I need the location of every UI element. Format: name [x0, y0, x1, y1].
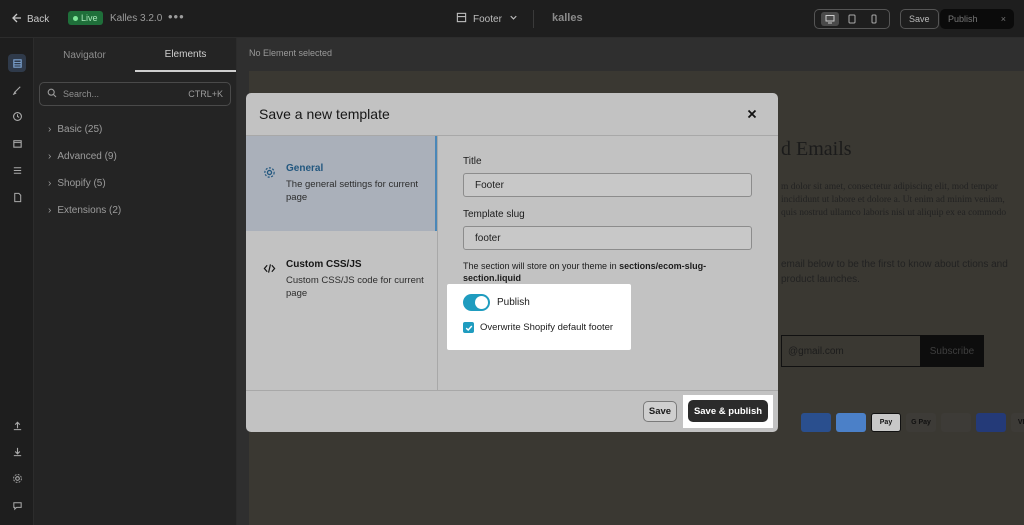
group-label: Basic (25) — [57, 124, 103, 135]
tab-elements[interactable]: Elements — [135, 38, 236, 72]
publish-toggle[interactable] — [463, 294, 490, 311]
preview-body-text: m dolor sit amet, consectetur adipiscing… — [781, 182, 1007, 218]
toolbar-publish-button[interactable]: Publish × — [940, 9, 1014, 29]
payment-icons: Pay G Pay VISA — [801, 413, 1024, 432]
template-slug-input[interactable]: footer — [463, 226, 752, 250]
nav-item-general[interactable]: General The general settings for current… — [246, 136, 437, 231]
mobile-device-icon[interactable] — [865, 12, 883, 26]
page-icon — [456, 12, 467, 26]
visa-card-icon: VISA — [1011, 413, 1024, 432]
nav-item-title: General — [286, 163, 324, 174]
back-label: Back — [27, 14, 50, 25]
live-badge: Live — [68, 11, 103, 25]
chevron-right-icon: › — [48, 124, 52, 135]
search-icon — [47, 88, 57, 100]
element-group-shopify[interactable]: › Shopify (5) — [34, 170, 236, 197]
tablet-device-icon[interactable] — [843, 12, 861, 26]
diners-card-icon — [836, 413, 866, 432]
element-search-input[interactable]: Search... CTRL+K — [39, 82, 231, 106]
storage-note: The section will store on your theme in … — [463, 260, 733, 284]
nav-item-text: Custom CSS/JS Custom CSS/JS code for cur… — [286, 259, 425, 321]
nav-item-title: Custom CSS/JS — [286, 259, 362, 270]
nav-item-description: The general settings for current page — [286, 179, 419, 203]
theme-version: Kalles 3.2.0 — [110, 13, 163, 24]
group-label: Shopify (5) — [57, 178, 106, 189]
publish-label: Publish — [948, 14, 978, 24]
panel-tabs: Navigator Elements — [34, 38, 236, 72]
search-placeholder: Search... — [63, 89, 100, 99]
preview-newsletter-title: d Emails — [781, 138, 852, 160]
history-icon[interactable] — [8, 107, 26, 125]
chevron-down-icon — [508, 12, 519, 26]
back-button[interactable]: Back — [10, 12, 49, 27]
more-options-icon[interactable]: ••• — [168, 9, 185, 24]
close-icon[interactable] — [744, 106, 760, 122]
toolbar-divider — [533, 10, 534, 28]
save-template-dialog: Save a new template General The general … — [246, 93, 778, 432]
overwrite-footer-checkbox[interactable] — [463, 322, 474, 333]
download-icon[interactable] — [8, 442, 26, 460]
group-label: Advanced (9) — [57, 151, 117, 162]
preview-email-field: @gmail.com — [781, 335, 920, 367]
nav-item-description: Custom CSS/JS code for current page — [286, 275, 424, 299]
element-groups: › Basic (25) › Advanced (9) › Shopify (5… — [34, 116, 236, 224]
title-label: Title — [463, 156, 482, 167]
settings-gear-icon[interactable] — [8, 469, 26, 487]
element-group-basic[interactable]: › Basic (25) — [34, 116, 236, 143]
chevron-right-icon: › — [48, 205, 52, 216]
selection-status: No Element selected — [249, 48, 333, 58]
dialog-header: Save a new template — [246, 93, 778, 136]
toolbar-save-button[interactable]: Save — [900, 9, 939, 29]
checkmark-icon — [465, 325, 472, 331]
device-switcher — [814, 9, 890, 29]
preview-subtext: email below to be the first to know abou… — [781, 259, 1008, 285]
publish-toggle-label: Publish — [497, 297, 530, 308]
group-label: Extensions (2) — [57, 205, 122, 216]
live-label: Live — [81, 13, 98, 23]
preview-subscribe-button: Subscribe — [920, 335, 984, 367]
left-icon-rail — [0, 38, 34, 525]
overwrite-footer-label: Overwrite Shopify default footer — [480, 322, 614, 333]
layers-icon[interactable] — [8, 54, 26, 72]
nav-item-custom-css-js[interactable]: Custom CSS/JS Custom CSS/JS code for cur… — [246, 231, 437, 321]
title-input[interactable]: Footer — [463, 173, 752, 197]
document-icon[interactable] — [8, 188, 26, 206]
dialog-side-nav: General The general settings for current… — [246, 136, 438, 391]
publish-toggle-row[interactable]: Publish — [463, 294, 530, 311]
overwrite-footer-row[interactable]: Overwrite Shopify default footer — [463, 322, 613, 333]
desktop-device-icon[interactable] — [821, 12, 839, 26]
tab-navigator[interactable]: Navigator — [34, 38, 135, 72]
page-selector[interactable]: Footer — [456, 12, 519, 26]
storage-note-text: The section will store on your theme in — [463, 261, 620, 271]
top-toolbar: Back Live Kalles 3.2.0 ••• Footer kalles… — [0, 0, 1024, 38]
store-logo: kalles — [552, 12, 583, 24]
gear-icon — [262, 165, 276, 179]
paypal-card-icon — [976, 413, 1006, 432]
sections-icon[interactable] — [8, 161, 26, 179]
upload-icon[interactable] — [8, 416, 26, 434]
elements-panel: Navigator Elements Search... CTRL+K › Ba… — [34, 38, 237, 525]
google-pay-icon: G Pay — [906, 413, 936, 432]
chevron-right-icon: › — [48, 151, 52, 162]
box-icon[interactable] — [8, 134, 26, 152]
search-shortcut: CTRL+K — [188, 89, 223, 99]
code-icon — [262, 261, 276, 275]
nav-item-text: General The general settings for current… — [286, 163, 423, 231]
back-arrow-icon — [10, 12, 22, 27]
element-group-advanced[interactable]: › Advanced (9) — [34, 143, 236, 170]
brush-icon[interactable] — [8, 80, 26, 98]
live-dot-icon — [73, 15, 78, 21]
page-name: Footer — [473, 13, 502, 25]
publish-dropdown-icon[interactable]: × — [1001, 14, 1006, 24]
save-button[interactable]: Save — [643, 401, 677, 422]
apple-pay-icon: Pay — [871, 413, 901, 432]
chat-support-icon[interactable] — [8, 496, 26, 514]
mastercard-icon — [941, 413, 971, 432]
save-and-publish-button[interactable]: Save & publish — [688, 400, 768, 422]
dialog-title: Save a new template — [259, 106, 390, 122]
template-slug-label: Template slug — [463, 209, 525, 220]
amex-card-icon — [801, 413, 831, 432]
chevron-right-icon: › — [48, 178, 52, 189]
element-group-extensions[interactable]: › Extensions (2) — [34, 197, 236, 224]
